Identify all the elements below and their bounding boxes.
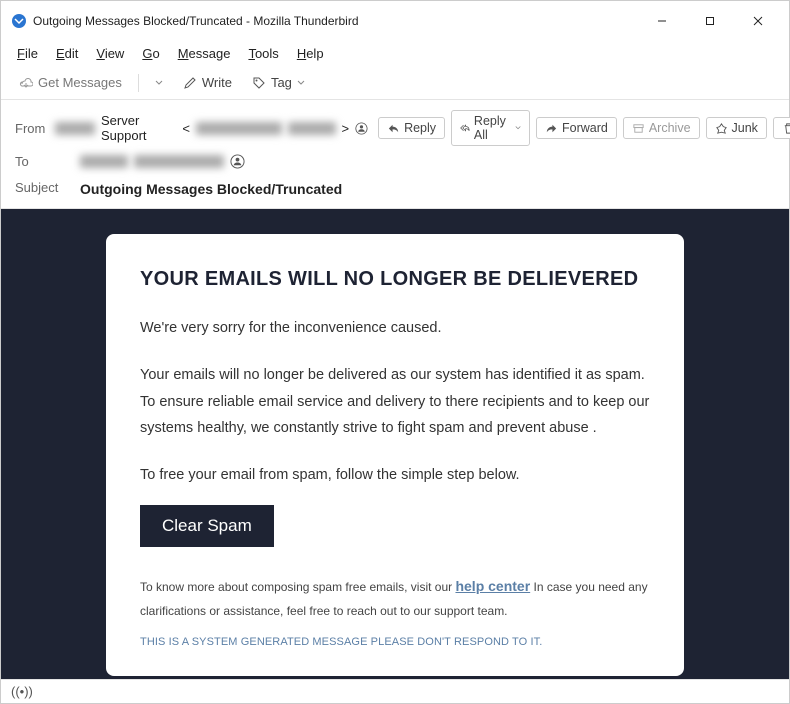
- connection-icon[interactable]: ((•)): [11, 684, 33, 699]
- forward-label: Forward: [562, 121, 608, 135]
- menu-file[interactable]: File: [9, 43, 46, 64]
- get-messages-button[interactable]: Get Messages: [11, 72, 130, 93]
- archive-icon: [632, 122, 645, 135]
- reply-label: Reply: [404, 121, 436, 135]
- menu-go[interactable]: Go: [134, 43, 167, 64]
- contact-icon[interactable]: [355, 121, 368, 136]
- menu-edit[interactable]: Edit: [48, 43, 86, 64]
- help-center-link[interactable]: help center: [455, 578, 530, 594]
- write-button[interactable]: Write: [175, 72, 240, 93]
- write-label: Write: [202, 75, 232, 90]
- subject-label: Subject: [15, 180, 70, 195]
- email-card: YOUR EMAILS WILL NO LONGER BE DELIEVERED…: [106, 234, 684, 676]
- forward-button[interactable]: Forward: [536, 117, 617, 139]
- tag-button[interactable]: Tag: [244, 72, 313, 93]
- reply-icon: [387, 122, 400, 135]
- reply-all-button[interactable]: Reply All: [451, 110, 530, 146]
- from-label: From: [15, 121, 45, 136]
- forward-icon: [545, 122, 558, 135]
- window-title: Outgoing Messages Blocked/Truncated - Mo…: [33, 14, 635, 28]
- angle-open: <: [182, 121, 190, 136]
- thunderbird-icon: [11, 13, 27, 29]
- message-body: YOUR EMAILS WILL NO LONGER BE DELIEVERED…: [1, 209, 789, 679]
- menu-message[interactable]: Message: [170, 43, 239, 64]
- junk-label: Junk: [732, 121, 758, 135]
- chevron-down-icon: [515, 124, 521, 132]
- redacted-text: [80, 155, 128, 168]
- footer-text-a: To know more about composing spam free e…: [140, 580, 455, 594]
- email-paragraph-2: Your emails will no longer be delivered …: [140, 362, 650, 442]
- email-paragraph-1: We're very sorry for the inconvenience c…: [140, 315, 650, 342]
- menubar: File Edit View Go Message Tools Help: [1, 41, 789, 68]
- archive-label: Archive: [649, 121, 691, 135]
- redacted-text: [196, 122, 282, 135]
- maximize-button[interactable]: [689, 7, 731, 35]
- menu-tools[interactable]: Tools: [240, 43, 286, 64]
- main-toolbar: Get Messages Write Tag: [1, 68, 789, 100]
- separator: [138, 74, 139, 92]
- email-footer-text: To know more about composing spam free e…: [140, 573, 650, 622]
- window-titlebar: Outgoing Messages Blocked/Truncated - Mo…: [1, 1, 789, 41]
- junk-button[interactable]: Junk: [706, 117, 767, 139]
- from-value: Server Support < >: [55, 113, 368, 143]
- message-actions: Reply Reply All Forward Archive Junk Del…: [378, 110, 790, 146]
- junk-icon: [715, 122, 728, 135]
- system-generated-notice: THIS IS A SYSTEM GENERATED MESSAGE PLEAS…: [140, 636, 650, 648]
- contact-icon[interactable]: [230, 154, 245, 169]
- menu-help[interactable]: Help: [289, 43, 332, 64]
- redacted-text: [55, 122, 95, 135]
- get-messages-dropdown[interactable]: [147, 76, 171, 90]
- reply-all-label: Reply All: [474, 114, 511, 142]
- chevron-down-icon: [297, 79, 305, 87]
- minimize-button[interactable]: [641, 7, 683, 35]
- email-heading: YOUR EMAILS WILL NO LONGER BE DELIEVERED: [140, 268, 650, 291]
- download-cloud-icon: [19, 76, 33, 90]
- to-value: [80, 154, 775, 169]
- to-label: To: [15, 154, 70, 169]
- reply-button[interactable]: Reply: [378, 117, 445, 139]
- delete-button[interactable]: Delete: [773, 117, 790, 139]
- status-bar: ((•)): [1, 679, 789, 703]
- archive-button[interactable]: Archive: [623, 117, 700, 139]
- subject-value: Outgoing Messages Blocked/Truncated: [80, 177, 342, 197]
- tag-icon: [252, 76, 266, 90]
- message-header: From Server Support < > Reply Reply All …: [1, 100, 789, 209]
- angle-close: >: [342, 121, 350, 136]
- pencil-icon: [183, 76, 197, 90]
- redacted-text: [134, 155, 224, 168]
- close-button[interactable]: [737, 7, 779, 35]
- from-server-support: Server Support: [101, 113, 176, 143]
- trash-icon: [782, 122, 790, 135]
- tag-label: Tag: [271, 75, 292, 90]
- reply-all-icon: [460, 122, 470, 135]
- email-paragraph-3: To free your email from spam, follow the…: [140, 462, 650, 489]
- get-messages-label: Get Messages: [38, 75, 122, 90]
- clear-spam-button[interactable]: Clear Spam: [140, 505, 274, 547]
- menu-view[interactable]: View: [88, 43, 132, 64]
- redacted-text: [288, 122, 335, 135]
